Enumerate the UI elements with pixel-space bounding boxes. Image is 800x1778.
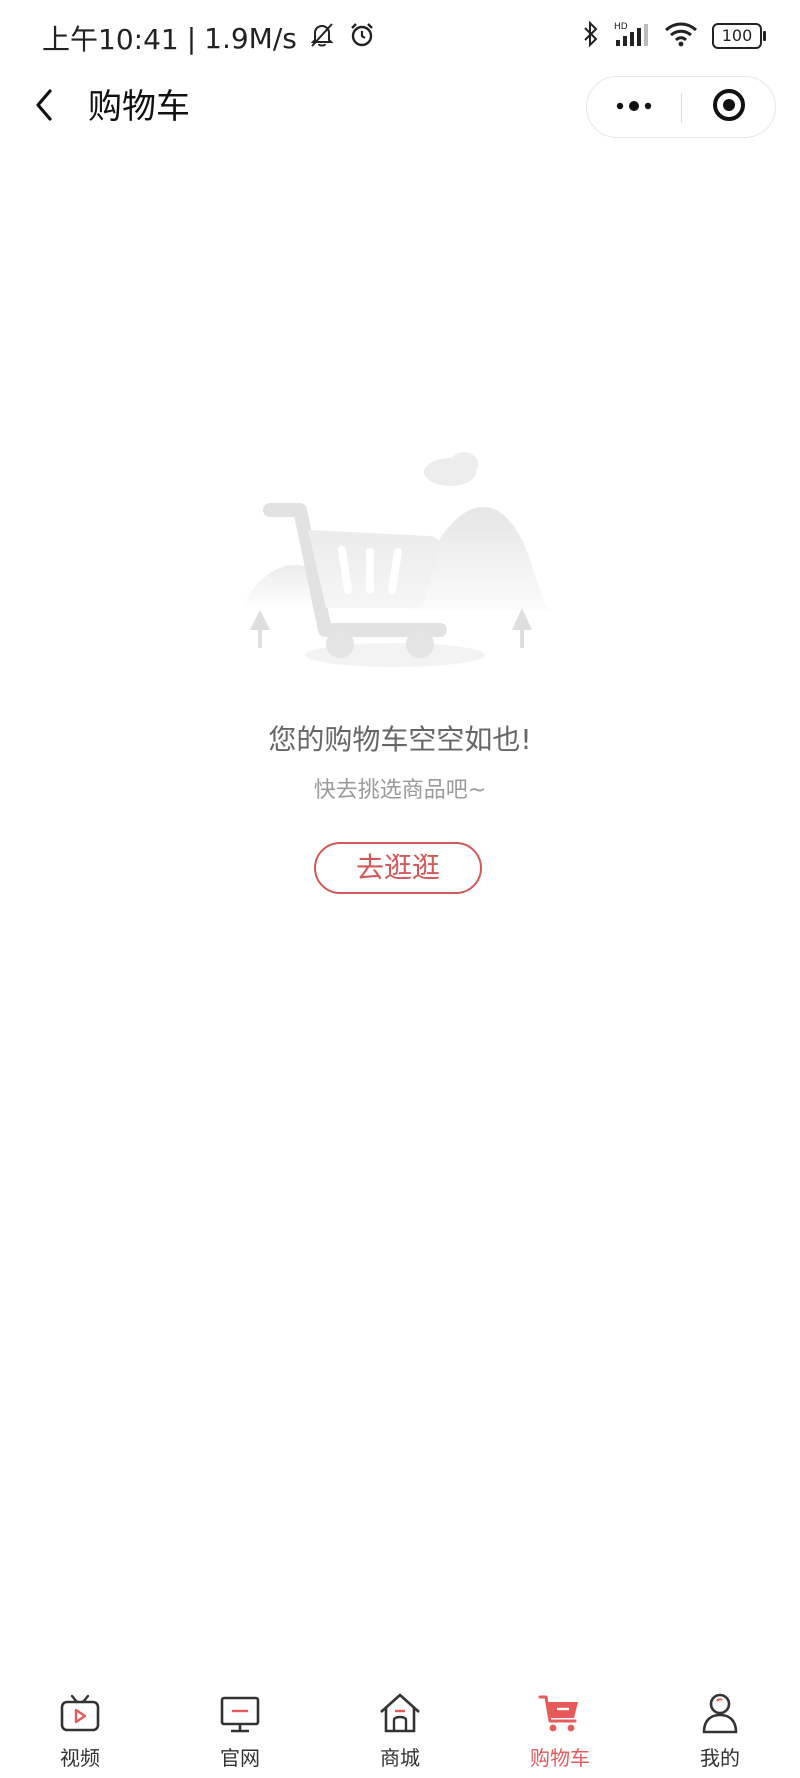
- tab-cart[interactable]: 购物车: [480, 1680, 640, 1778]
- tab-label: 购物车: [530, 1746, 590, 1770]
- tab-official-site[interactable]: 官网: [160, 1680, 320, 1778]
- back-button[interactable]: [24, 82, 64, 132]
- tab-label: 商城: [380, 1746, 420, 1770]
- svg-text:HD: HD: [614, 22, 628, 32]
- page-title: 购物车: [88, 87, 190, 127]
- tab-video[interactable]: 视频: [0, 1680, 160, 1778]
- home-store-icon: [377, 1690, 423, 1736]
- status-time: 上午10:41: [42, 23, 179, 56]
- status-right: HD 100: [582, 20, 766, 52]
- tab-mall[interactable]: 商城: [320, 1680, 480, 1778]
- battery-icon: 100: [712, 23, 766, 49]
- target-close-icon: [711, 87, 747, 127]
- status-bar: 上午10:41 | 1.9M/s HD 100: [0, 0, 800, 80]
- user-icon: [697, 1690, 743, 1736]
- status-net-speed: 1.9M/s: [204, 21, 297, 55]
- mute-bell-icon: [307, 20, 337, 57]
- go-shopping-button[interactable]: 去逛逛: [314, 842, 482, 894]
- battery-level: 100: [721, 26, 753, 45]
- mini-program-capsule: [586, 76, 776, 138]
- bluetooth-icon: [582, 20, 600, 52]
- more-dots-icon: [614, 98, 654, 117]
- empty-cart-illustration: [230, 440, 560, 690]
- chevron-left-icon: [32, 85, 56, 129]
- empty-cart-subtitle: 快去挑选商品吧~: [313, 778, 487, 803]
- monitor-icon: [217, 1690, 263, 1736]
- tab-label: 官网: [220, 1746, 260, 1770]
- tab-label: 我的: [700, 1746, 740, 1770]
- more-button[interactable]: [587, 77, 681, 137]
- bottom-tab-bar: 视频 官网 商城 购物车 我的: [0, 1680, 800, 1778]
- nav-bar: 购物车: [0, 74, 800, 140]
- empty-cart-title: 您的购物车空空如也!: [268, 723, 532, 756]
- wifi-icon: [664, 20, 698, 52]
- cart-icon: [537, 1690, 583, 1736]
- close-mini-program-button[interactable]: [682, 77, 776, 137]
- tab-mine[interactable]: 我的: [640, 1680, 800, 1778]
- alarm-icon: [347, 20, 377, 57]
- cart-page: 上午10:41 | 1.9M/s HD 100 购物车 您的购物车空空如也! 快…: [0, 0, 800, 1778]
- tab-label: 视频: [60, 1746, 100, 1770]
- status-left: 上午10:41 | 1.9M/s: [42, 18, 377, 58]
- signal-hd-icon: HD: [614, 20, 650, 52]
- tv-play-icon: [57, 1690, 103, 1736]
- status-separator: |: [186, 21, 197, 55]
